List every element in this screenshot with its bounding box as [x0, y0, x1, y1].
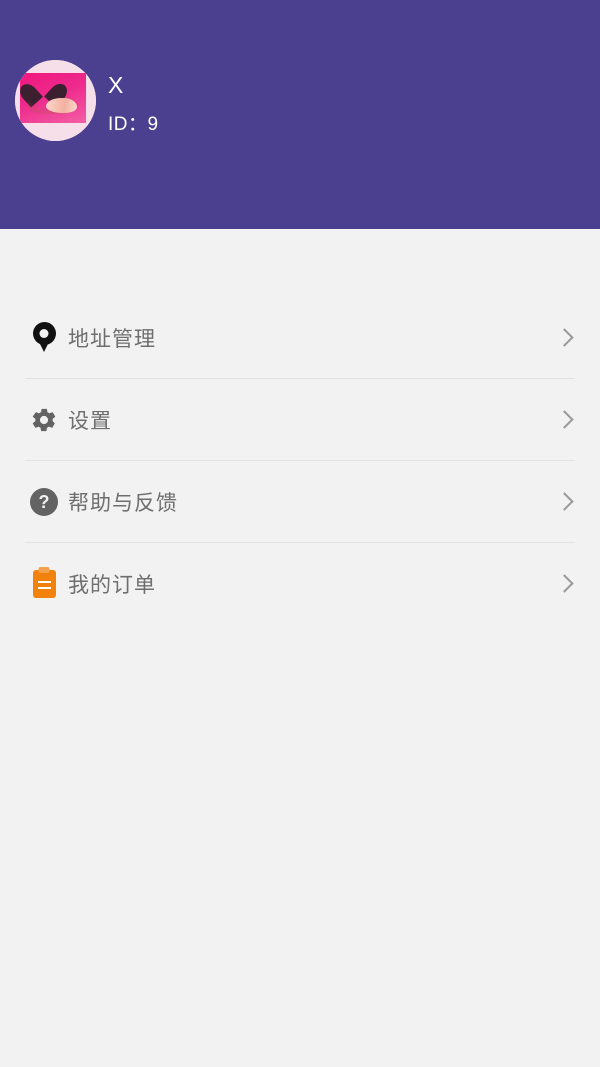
chevron-right-icon	[558, 331, 572, 345]
menu-item-settings[interactable]: 设置	[0, 379, 600, 460]
menu-item-label: 地址管理	[68, 327, 156, 351]
menu-item-label: 设置	[68, 409, 112, 433]
menu-item-label: 我的订单	[68, 573, 156, 597]
menu-item-address-management[interactable]: 地址管理	[0, 297, 600, 378]
profile-user-id: ID：9	[108, 114, 159, 135]
help-circle-icon: ?	[22, 487, 66, 516]
chevron-right-icon	[558, 495, 572, 509]
help-question-glyph: ?	[30, 487, 58, 516]
avatar-image	[15, 60, 96, 141]
clipboard-icon	[22, 566, 66, 598]
menu-item-my-orders[interactable]: 我的订单	[0, 543, 600, 624]
avatar-photo	[19, 72, 87, 124]
chevron-right-icon	[558, 413, 572, 427]
hands-illustration-second	[46, 98, 77, 114]
chevron-right-icon	[558, 577, 572, 591]
profile-username: X	[108, 72, 124, 98]
menu-item-help-feedback[interactable]: ? 帮助与反馈	[0, 461, 600, 542]
gear-icon	[22, 406, 66, 434]
profile-header: X ID：9	[0, 0, 600, 229]
settings-menu-list: 地址管理 设置 ? 帮助与反馈 我的订单	[0, 297, 600, 624]
menu-item-label: 帮助与反馈	[68, 491, 178, 515]
avatar[interactable]	[15, 60, 96, 141]
location-pin-icon	[22, 322, 66, 353]
